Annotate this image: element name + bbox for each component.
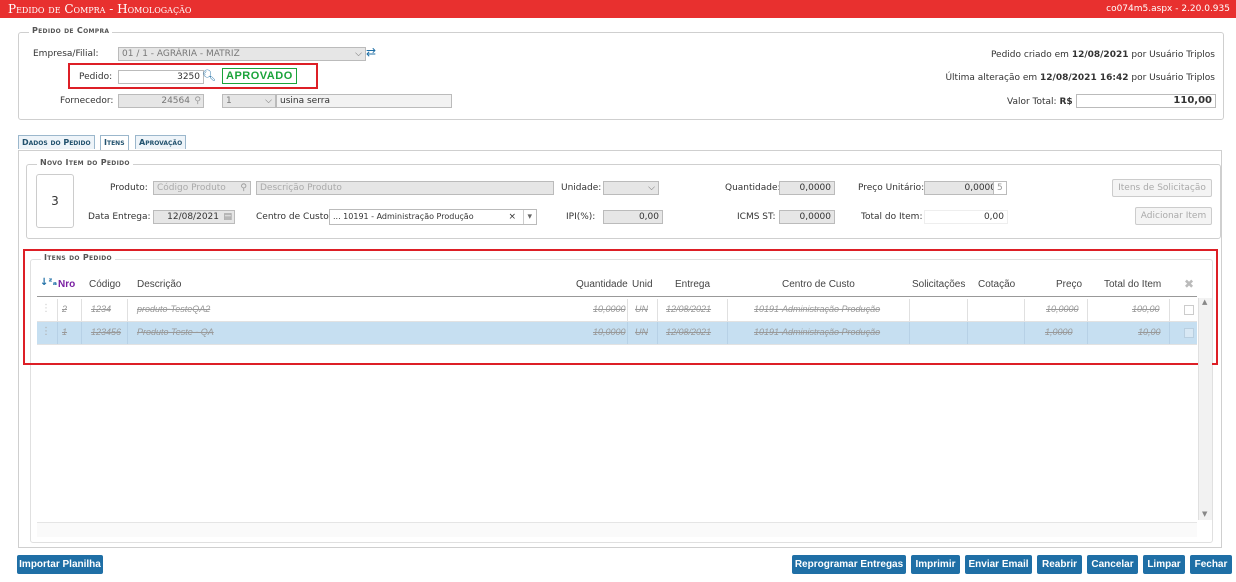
empresa-value: 01 / 1 - AGRÁRIA - MATRIZ	[122, 49, 240, 59]
empresa-select[interactable]: 01 / 1 - AGRÁRIA - MATRIZ ⌵	[118, 47, 366, 61]
novo-item-fieldset: Novo Item do Pedido	[26, 158, 1221, 239]
itens-solicitacao-button[interactable]: Itens de Solicitação	[1112, 179, 1212, 197]
valor-total-value: 110,00	[1173, 95, 1212, 106]
chevron-down-icon: ⌵	[265, 96, 272, 106]
search-icon: ⚲	[194, 96, 201, 106]
unidade-select[interactable]: ⌵	[603, 181, 659, 195]
adicionar-item-button[interactable]: Adicionar Item	[1135, 207, 1212, 225]
unidade-label: Unidade:	[561, 183, 602, 193]
grid-footer-row	[37, 522, 1197, 537]
search-icon: ⚲	[240, 183, 247, 193]
descricao-produto-input[interactable]: Descrição Produto	[256, 181, 554, 195]
enviar-email-button[interactable]: Enviar Email	[965, 555, 1032, 574]
quantidade-label: Quantidade:	[725, 183, 781, 193]
data-entrega-label: Data Entrega:	[88, 212, 151, 222]
ipi-label: IPI(%):	[566, 212, 596, 222]
preco-unitario-label: Preço Unitário:	[858, 183, 925, 193]
fornecedor-loja-select[interactable]: 1 ⌵	[222, 94, 276, 108]
fornecedor-code-input[interactable]: 24564 ⚲	[118, 94, 204, 108]
scroll-down-icon[interactable]: ▼	[1202, 510, 1207, 518]
pedido-criado-info: Pedido criado em 12/08/2021 por Usuário …	[990, 50, 1215, 60]
fornecedor-name: usina serra	[280, 96, 330, 106]
preco-unitario-input[interactable]: 0,0000	[924, 181, 1000, 195]
imprimir-button[interactable]: Imprimir	[911, 555, 960, 574]
fornecedor-name-field: usina serra	[276, 94, 452, 108]
importar-planilha-button[interactable]: Importar Planilha	[17, 555, 103, 574]
title-bar: Pedido de Compra - Homologação co074m5.a…	[0, 0, 1236, 18]
produto-code-input[interactable]: Código Produto ⚲	[153, 181, 251, 195]
centro-custo-select[interactable]: ... 10191 - Administração Produção × ▾	[329, 209, 537, 225]
ipi-input[interactable]: 0,00	[603, 210, 663, 224]
window-title: Pedido de Compra - Homologação	[8, 2, 192, 16]
pedido-header-legend: Pedido de Compra	[29, 26, 113, 35]
icms-st-input[interactable]: 0,0000	[779, 210, 835, 224]
novo-item-legend: Novo Item do Pedido	[37, 158, 133, 167]
icms-st-label: ICMS ST:	[737, 212, 776, 222]
chevron-down-icon: ⌵	[355, 49, 362, 59]
total-item-label: Total do Item:	[861, 212, 923, 222]
quantidade-input[interactable]: 0,0000	[779, 181, 835, 195]
produto-label: Produto:	[110, 183, 148, 193]
preco-decimals: 5	[993, 181, 1007, 195]
descricao-placeholder: Descrição Produto	[260, 183, 342, 193]
limpar-button[interactable]: Limpar	[1143, 555, 1185, 574]
tab-aprovacao[interactable]: Aprovação	[135, 135, 187, 149]
fechar-button[interactable]: Fechar	[1190, 555, 1232, 574]
itens-highlight-box	[23, 249, 1218, 365]
item-sequence: 3	[51, 194, 59, 208]
empresa-label: Empresa/Filial:	[33, 49, 99, 59]
clear-icon[interactable]: ×	[508, 210, 516, 224]
total-item-field: 0,00	[924, 210, 1008, 224]
tab-dados-pedido[interactable]: Dados do Pedido	[18, 135, 95, 149]
reabrir-button[interactable]: Reabrir	[1037, 555, 1082, 574]
produto-placeholder: Código Produto	[157, 183, 226, 193]
refresh-icon[interactable]: ⇄	[366, 45, 376, 59]
item-sequence-box: 3	[36, 174, 74, 228]
chevron-down-icon: ⌵	[648, 183, 655, 193]
centro-custo-label: Centro de Custo:	[256, 212, 332, 222]
fornecedor-loja: 1	[226, 96, 232, 106]
reprogramar-entregas-button[interactable]: Reprogramar Entregas	[792, 555, 906, 574]
chevron-down-icon[interactable]: ▾	[523, 210, 532, 224]
scroll-up-icon[interactable]: ▲	[1202, 298, 1207, 306]
calendar-icon[interactable]: ▤	[223, 211, 232, 223]
valor-total-field: 110,00	[1076, 94, 1216, 108]
fornecedor-code: 24564	[161, 96, 190, 106]
pedido-alterado-info: Última alteração em 12/08/2021 16:42 por…	[945, 73, 1215, 83]
pedido-highlight-box	[68, 63, 318, 89]
cancelar-button[interactable]: Cancelar	[1087, 555, 1138, 574]
grid-scrollbar[interactable]: ▲ ▼	[1198, 298, 1212, 520]
tab-itens[interactable]: Itens	[100, 135, 129, 151]
data-entrega-input[interactable]: 12/08/2021 ▤	[153, 210, 235, 224]
fornecedor-label: Fornecedor:	[60, 96, 114, 106]
valor-total-label: Valor Total: R$	[1007, 97, 1073, 107]
version-label: co074m5.aspx - 2.20.0.935	[1106, 4, 1230, 14]
